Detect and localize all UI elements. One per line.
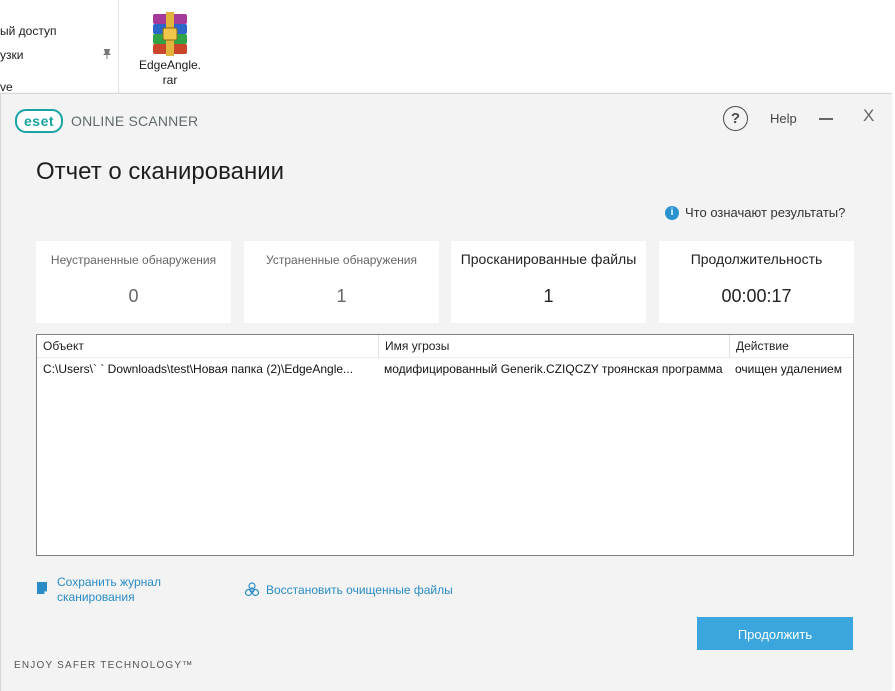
winrar-archive-icon	[153, 12, 187, 56]
minimize-button[interactable]	[819, 118, 833, 120]
page-title: Отчет о сканировании	[36, 158, 285, 185]
eset-badge: eset	[15, 109, 64, 133]
stat-duration: Продолжительность 00:00:17	[659, 241, 854, 323]
restore-files-link[interactable]: Восстановить очищенные файлы	[244, 582, 453, 598]
stat-label: Просканированные файлы	[460, 251, 637, 267]
explorer-sidebar: ый доступ узки ve	[0, 0, 119, 94]
save-log-link[interactable]: Сохранить журнал сканирования	[36, 575, 161, 605]
save-log-text[interactable]: Сохранить журнал сканирования	[57, 575, 161, 605]
info-icon: i	[665, 205, 679, 220]
stat-label: Устраненные обнаружения	[266, 253, 417, 267]
pin-icon	[103, 49, 111, 59]
results-table[interactable]: Объект Имя угрозы Действие C:\Users\` ` …	[36, 334, 854, 556]
close-button[interactable]: X	[863, 106, 874, 126]
scanner-window: eset ONLINE SCANNER ? Help X Отчет о ска…	[0, 93, 892, 691]
sidebar-item-quick-access[interactable]: ый доступ	[0, 24, 56, 38]
stat-value: 1	[543, 286, 554, 306]
stat-resolved: Устраненные обнаружения 1	[244, 241, 439, 323]
column-header-object[interactable]: Объект	[37, 335, 378, 357]
stat-scanned-files: Просканированные файлы 1	[451, 241, 646, 323]
column-header-action[interactable]: Действие	[729, 335, 853, 357]
stat-value: 00:00:17	[721, 286, 792, 306]
continue-button[interactable]: Продолжить	[697, 617, 853, 650]
save-log-icon	[37, 582, 47, 594]
help-link[interactable]: Help	[770, 111, 797, 126]
stat-value: 1	[336, 286, 347, 306]
cell-object: C:\Users\` ` Downloads\test\Новая папка …	[43, 362, 354, 376]
sidebar-item-downloads[interactable]: узки	[0, 48, 23, 62]
restore-files-text[interactable]: Восстановить очищенные файлы	[266, 583, 453, 597]
stat-label: Неустраненные обнаружения	[50, 253, 217, 267]
eset-logo: eset ONLINE SCANNER	[15, 109, 199, 133]
stat-value: 0	[128, 286, 139, 306]
tagline: ENJOY SAFER TECHNOLOGY™	[14, 660, 194, 671]
cell-threat: модифицированный Generik.CZIQCZY троянск…	[384, 362, 723, 376]
help-icon[interactable]: ?	[723, 106, 748, 131]
table-header: Объект Имя угрозы Действие	[37, 335, 853, 358]
stat-unresolved: Неустраненные обнаружения 0	[36, 241, 231, 323]
file-edgeangle-rar[interactable]: EdgeAngle. rar	[136, 12, 204, 88]
stat-label: Продолжительность	[690, 251, 823, 267]
results-help-text[interactable]: Что означают результаты?	[685, 205, 845, 220]
file-name: EdgeAngle. rar	[138, 58, 202, 87]
sidebar-item-onedrive[interactable]: ve	[0, 80, 13, 94]
biohazard-icon	[244, 582, 260, 597]
cell-action: очищен удалением	[735, 362, 842, 376]
column-header-threat[interactable]: Имя угрозы	[378, 335, 729, 357]
product-name: ONLINE SCANNER	[71, 113, 199, 129]
results-help-link[interactable]: i Что означают результаты?	[665, 205, 845, 220]
